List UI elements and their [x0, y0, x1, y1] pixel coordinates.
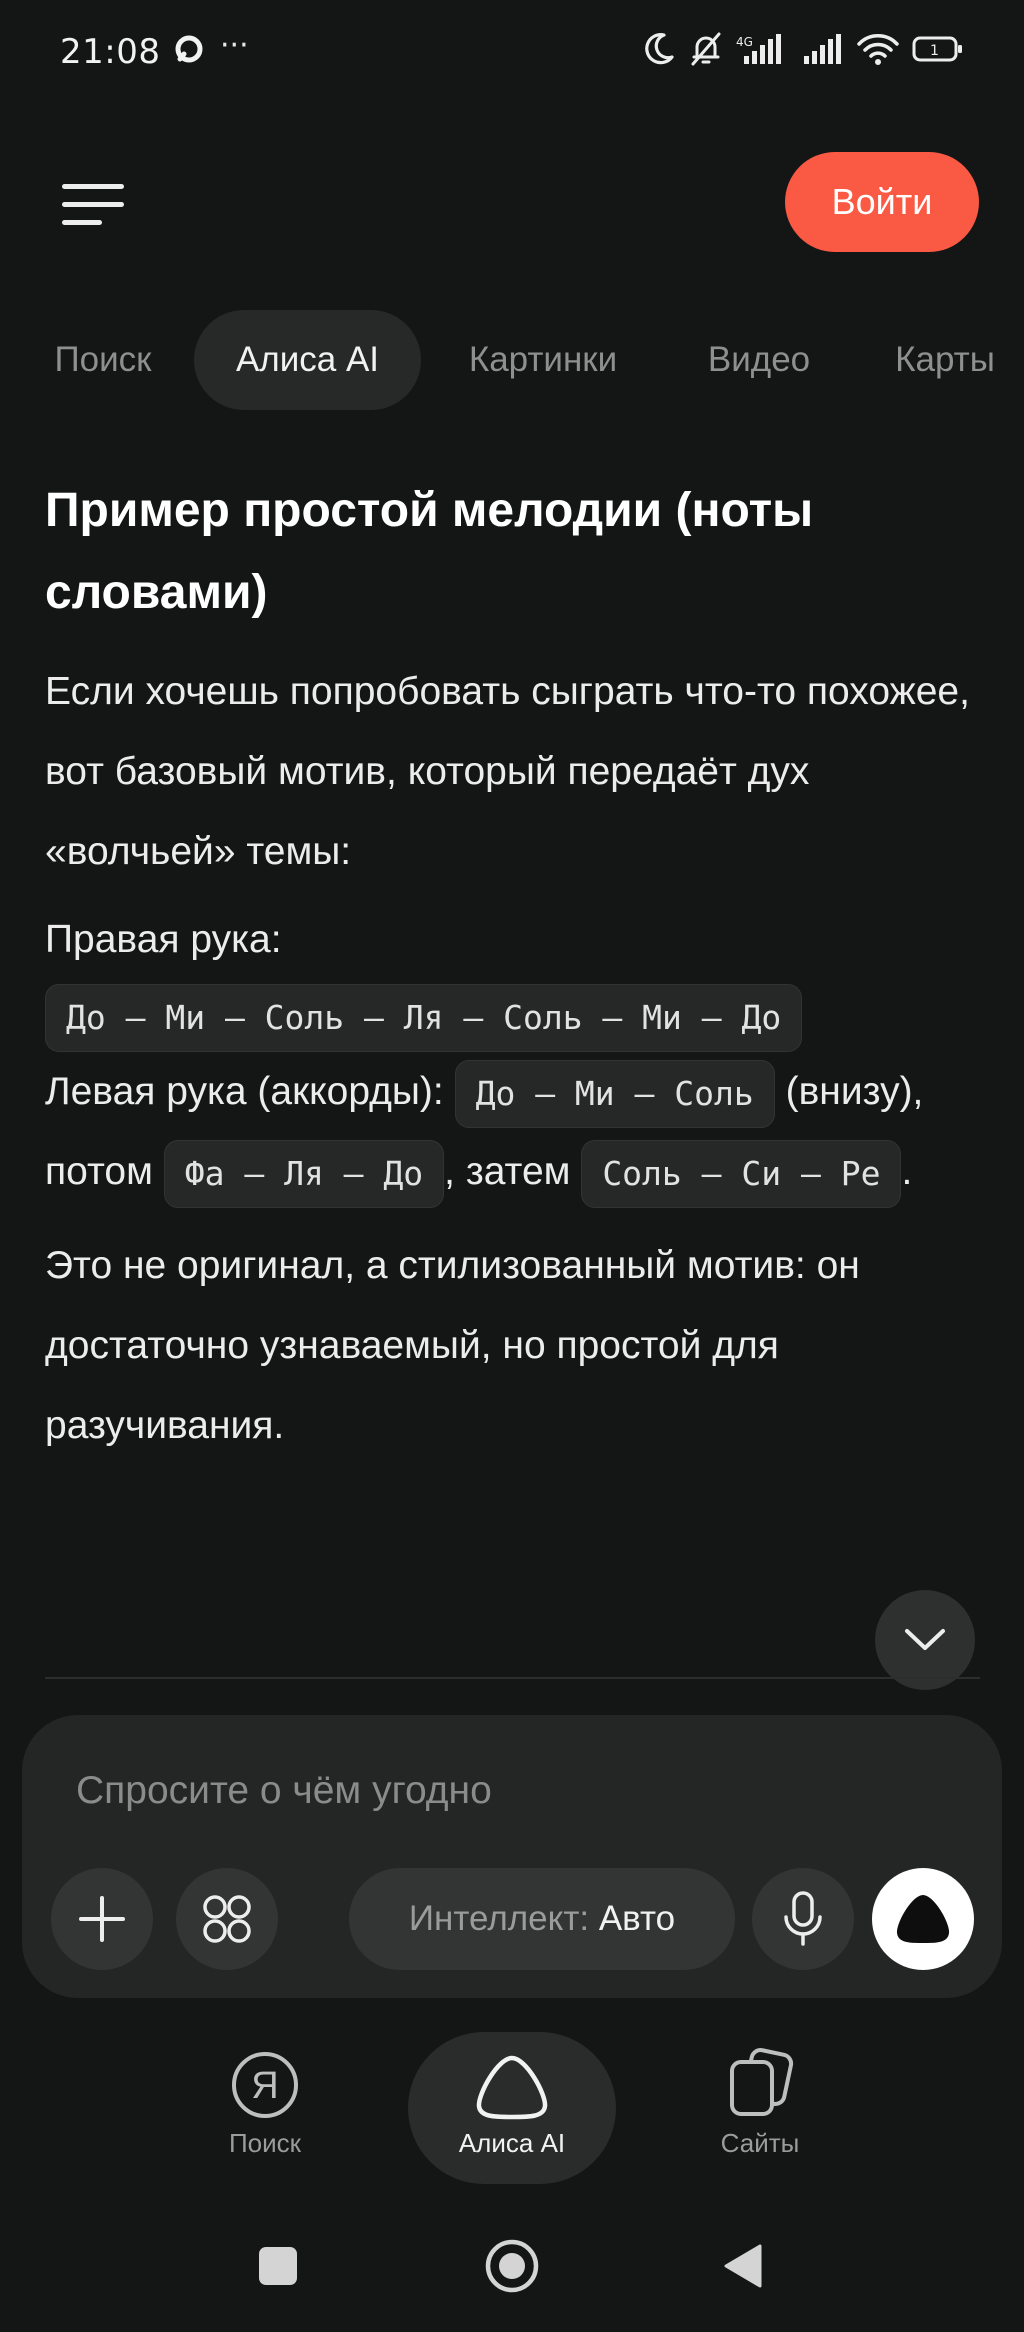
signal-1-icon: 4G [736, 32, 784, 70]
microphone-icon [784, 1891, 822, 1946]
scroll-down-button[interactable] [875, 1590, 975, 1690]
intro-paragraph: Если хочешь попробовать сыграть что-то п… [45, 670, 970, 873]
chevron-down-icon [905, 1629, 945, 1650]
svg-text:Я: Я [251, 2065, 278, 2107]
battery-icon: 1 [912, 34, 964, 68]
status-bar: 21:08 ··· 4G 1 [0, 0, 1024, 110]
nav-item-alice-ai[interactable]: Алиса AI [432, 2030, 592, 2159]
svg-text:4G: 4G [736, 35, 753, 49]
apps-grid-icon [203, 1895, 251, 1943]
moon-icon [642, 31, 676, 71]
app-screen: 21:08 ··· 4G 1 Войти Поиск Алиса AI Карт… [0, 0, 1024, 2332]
search-tabs: Поиск Алиса AI Картинки Видео Карты [0, 310, 1024, 410]
answer-content: Пример простой мелодии (ноты словами) Ес… [45, 470, 985, 1466]
tab-video[interactable]: Видео [694, 310, 824, 410]
menu-button[interactable] [60, 180, 130, 230]
hamburger-menu-icon [62, 184, 124, 225]
mode-value: Авто [598, 1899, 676, 1938]
system-back-button[interactable] [720, 2242, 764, 2290]
login-button[interactable]: Войти [785, 152, 979, 252]
nav-label-sites: Сайты [720, 2128, 800, 2158]
ask-input[interactable] [74, 1755, 938, 1827]
tab-search[interactable]: Поиск [40, 310, 166, 410]
signal-2-icon [796, 32, 844, 70]
more-notifications-dots: ··· [220, 28, 249, 63]
add-button[interactable] [51, 1868, 153, 1970]
bell-off-icon [688, 30, 724, 72]
nav-label-alice-ai: Алиса AI [458, 2128, 566, 2158]
system-recents-button[interactable] [256, 2244, 300, 2288]
right-hand-label: Правая рука: [45, 918, 282, 961]
home-circle-icon [485, 2239, 539, 2293]
system-home-button[interactable] [484, 2238, 540, 2294]
voice-input-button[interactable] [752, 1868, 854, 1970]
alice-logo-icon [896, 1895, 950, 1943]
right-hand-notes-code: До – Ми – Соль – Ля – Соль – Ми – До [45, 984, 803, 1052]
status-time: 21:08 [60, 32, 161, 72]
intellect-mode-selector[interactable]: Интеллект: Авто [349, 1868, 735, 1970]
composer: Интеллект: Авто [22, 1715, 1002, 1998]
then-text: , затем [444, 1150, 571, 1193]
chord-1-code: До – Ми – Соль [454, 1059, 775, 1128]
left-hand-label: Левая рука (аккорды): [45, 1070, 444, 1113]
status-left-icons: ··· [174, 28, 249, 68]
tab-alice-ai[interactable]: Алиса AI [194, 310, 421, 410]
sites-icon [724, 2030, 796, 2120]
left-hand-paragraph: Левая рука (аккорды): До – Ми – Соль (вн… [45, 1052, 985, 1212]
alice-icon [474, 2030, 550, 2120]
yandex-ya-icon: Я [230, 2030, 300, 2120]
content-divider [45, 1677, 980, 1679]
tab-maps[interactable]: Карты [880, 310, 1010, 410]
svg-text:1: 1 [930, 43, 939, 59]
right-hand-line: До – Ми – Соль – Ля – Соль – Ми – До [45, 984, 985, 1052]
tab-images[interactable]: Картинки [452, 310, 634, 410]
wifi-icon [856, 32, 900, 70]
back-triangle-icon [724, 2244, 762, 2288]
bottom-navigation: Я Поиск Алиса AI Сайты [0, 2030, 1024, 2190]
messenger-icon [174, 34, 204, 68]
answer-heading: Пример простой мелодии (ноты словами) [45, 484, 814, 619]
nav-item-sites[interactable]: Сайты [700, 2030, 820, 2159]
outro-paragraph: Это не оригинал, а стилизованный мотив: … [45, 1244, 860, 1447]
alice-voice-button[interactable] [872, 1868, 974, 1970]
plus-icon [79, 1896, 125, 1942]
square-icon [259, 2247, 297, 2285]
status-right-icons: 4G 1 [642, 30, 964, 72]
nav-item-search[interactable]: Я Поиск [205, 2030, 325, 2159]
chord-2-code: Фа – Ля – До [163, 1139, 445, 1208]
mode-label: Интеллект: [408, 1899, 590, 1938]
period-text: . [901, 1150, 913, 1193]
chord-3-code: Соль – Си – Ре [581, 1139, 902, 1208]
apps-button[interactable] [176, 1868, 278, 1970]
nav-label-search: Поиск [228, 2128, 302, 2158]
